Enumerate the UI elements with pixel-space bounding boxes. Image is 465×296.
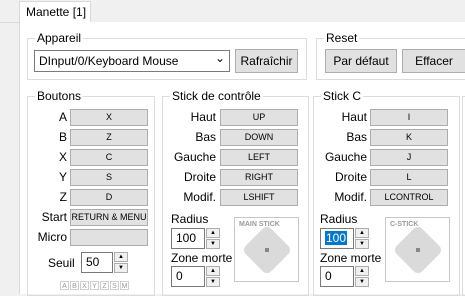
c-stick-label-down: Bas (346, 130, 367, 144)
c-stick-group-title: Stick C (321, 89, 364, 103)
main-stick-preview: MAIN STICK (234, 217, 299, 282)
c-stick-bind-up[interactable]: I (370, 109, 448, 126)
c-stick-label-up: Haut (341, 110, 367, 124)
mini-indicator-y: Y (90, 281, 99, 290)
mini-indicator-z: Z (100, 281, 109, 290)
c-stick-deadzone-label: Zone morte (320, 251, 382, 265)
c-stick-radius-input[interactable]: 100 (320, 228, 354, 249)
tab-controller-1[interactable]: Manette [1] (19, 1, 91, 22)
c-stick-preview: C-STICK (385, 217, 450, 282)
main-stick-deadzone-spin-up[interactable]: ▲ (206, 266, 220, 276)
chevron-down-icon: ⌄ (214, 51, 225, 65)
button-label-y: Y (58, 170, 67, 184)
c-stick-bind-down[interactable]: K (370, 129, 448, 146)
c-stick-bind-right[interactable]: L (370, 169, 448, 186)
main-stick-bind-up[interactable]: UP (220, 109, 298, 126)
main-stick-radius-label: Radius (171, 212, 209, 226)
button-bind-y[interactable]: S (70, 169, 148, 186)
button-bind-z[interactable]: D (70, 189, 148, 206)
main-stick-label-right: Droite (183, 170, 216, 184)
threshold-spin-up[interactable]: ▲ (114, 252, 128, 262)
device-group-title: Appareil (35, 31, 84, 45)
c-stick-label-right: Droite (334, 170, 367, 184)
c-stick-deadzone-input[interactable]: 0 (320, 266, 354, 287)
mini-indicator-a: A (60, 281, 69, 290)
buttons-group-title: Boutons (35, 89, 84, 103)
c-stick-bind-modifier[interactable]: LCONTROL (370, 189, 448, 206)
main-stick-position-dot (265, 248, 269, 252)
main-stick-deadzone-spin-down[interactable]: ▼ (206, 277, 220, 287)
c-stick-deadzone-spin-down[interactable]: ▼ (355, 277, 369, 287)
threshold-input[interactable]: 50 (81, 252, 113, 273)
c-stick-radius-spin-down[interactable]: ▼ (355, 239, 369, 249)
main-stick-group-title: Stick de contrôle (170, 89, 263, 103)
c-stick-label-modifier: Modif. (334, 190, 367, 204)
refresh-button[interactable]: Rafraîchir (235, 49, 298, 73)
default-button[interactable]: Par défaut (325, 49, 397, 73)
button-label-a: A (58, 110, 67, 124)
main-stick-label-modifier: Modif. (183, 190, 216, 204)
button-label-start: Start (41, 210, 67, 224)
c-stick-bind-left[interactable]: J (370, 149, 448, 166)
button-bind-start[interactable]: RETURN & MENU (70, 209, 148, 226)
main-stick-radius-input[interactable]: 100 (171, 228, 205, 249)
button-label-x: X (58, 150, 67, 164)
button-label-micro: Micro (37, 230, 67, 244)
main-stick-bind-left[interactable]: LEFT (220, 149, 298, 166)
main-stick-deadzone-input[interactable]: 0 (171, 266, 205, 287)
c-stick-label-left: Gauche (324, 150, 367, 164)
c-stick-radius-label: Radius (320, 212, 358, 226)
c-stick-deadzone-spin-up[interactable]: ▲ (355, 266, 369, 276)
device-select-value: DInput/0/Keyboard Mouse (39, 54, 179, 68)
mini-indicator-b: B (70, 281, 79, 290)
button-bind-micro[interactable] (70, 229, 148, 246)
c-stick-position-dot (416, 248, 420, 252)
threshold-spin-down[interactable]: ▼ (114, 263, 128, 273)
button-bind-x[interactable]: C (70, 149, 148, 166)
clear-button[interactable]: Effacer (402, 49, 465, 73)
c-stick-radius-value: 100 (325, 231, 348, 245)
button-label-b: B (58, 130, 67, 144)
main-stick-label-up: Haut (190, 110, 216, 124)
mini-indicator-micro: M (120, 281, 129, 290)
main-stick-bind-modifier[interactable]: LSHIFT (220, 189, 298, 206)
device-select[interactable]: DInput/0/Keyboard Mouse ⌄ (34, 50, 230, 72)
mini-indicator-start: S (110, 281, 119, 290)
reset-group-title: Reset (324, 31, 360, 45)
main-stick-preview-label: MAIN STICK (239, 221, 280, 228)
button-label-z: Z (59, 190, 67, 204)
threshold-label: Seuil (48, 256, 75, 270)
main-stick-label-left: Gauche (173, 150, 216, 164)
main-stick-radius-spin-down[interactable]: ▼ (206, 239, 220, 249)
main-stick-radius-spin-up[interactable]: ▲ (206, 228, 220, 238)
main-stick-label-down: Bas (195, 130, 216, 144)
main-stick-bind-down[interactable]: DOWN (220, 129, 298, 146)
main-stick-deadzone-label: Zone morte (171, 251, 233, 265)
mini-indicator-x: X (80, 281, 89, 290)
main-stick-bind-right[interactable]: RIGHT (220, 169, 298, 186)
c-stick-radius-spin-up[interactable]: ▲ (355, 228, 369, 238)
button-bind-a[interactable]: X (70, 109, 148, 126)
button-bind-b[interactable]: Z (70, 129, 148, 146)
